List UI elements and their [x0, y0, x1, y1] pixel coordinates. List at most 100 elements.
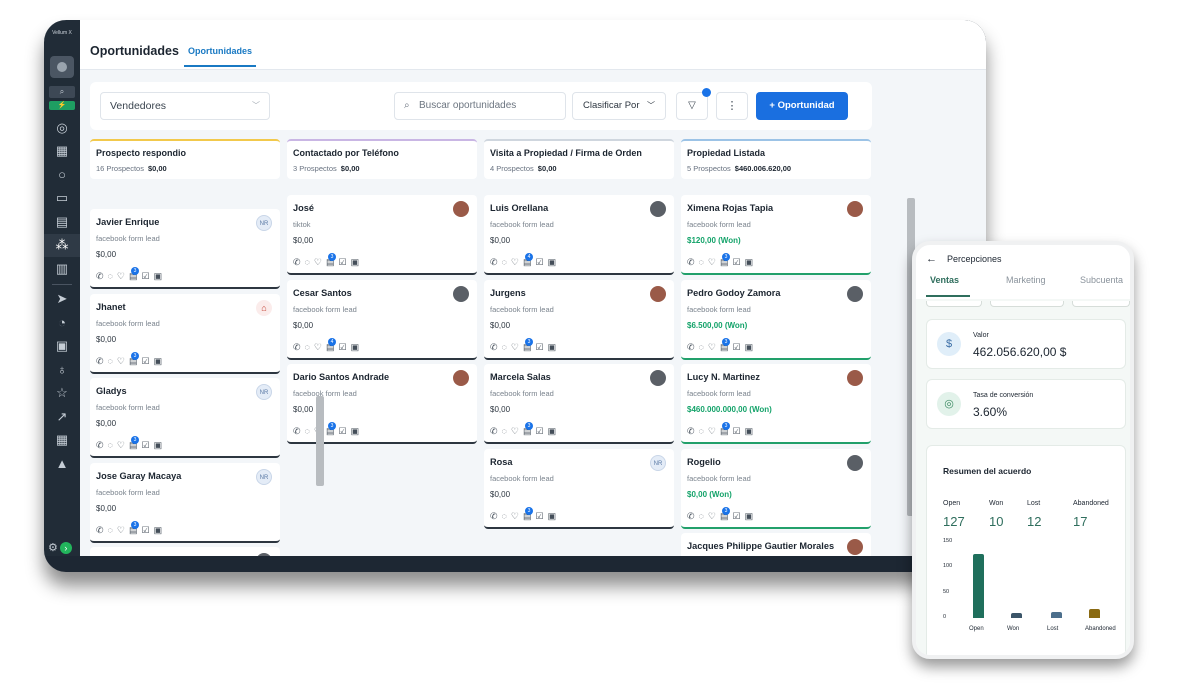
- conversations-icon[interactable]: ○: [44, 163, 80, 187]
- task-icon[interactable]: ☑: [536, 257, 548, 267]
- opportunity-card[interactable]: Marcela Salas facebook form lead $0,00 ✆◌♡▤…: [484, 364, 674, 444]
- tab-ventas[interactable]: Ventas: [930, 275, 959, 285]
- message-icon[interactable]: ◌: [502, 426, 511, 436]
- launchpad-icon[interactable]: ◎: [44, 116, 80, 140]
- reputation-icon[interactable]: ☆: [44, 382, 80, 406]
- message-icon[interactable]: ◌: [305, 342, 314, 352]
- tab-subcuenta[interactable]: Subcuenta: [1080, 275, 1123, 285]
- tag-icon[interactable]: ♡: [314, 342, 326, 352]
- opportunity-card[interactable]: NR Gladys facebook form lead $0,00 ✆◌♡▤☑▣ 3: [90, 378, 280, 458]
- tag-icon[interactable]: ♡: [117, 440, 129, 450]
- call-icon[interactable]: ✆: [490, 342, 502, 352]
- filter-button[interactable]: ▽: [676, 88, 711, 120]
- opportunity-card[interactable]: Pedro Godoy Zamora facebook form lead $6.5…: [681, 279, 871, 360]
- opportunity-card[interactable]: Jacques Philippe Gautier Morales: [681, 533, 871, 556]
- task-icon[interactable]: ☑: [536, 426, 548, 436]
- tag-icon[interactable]: ♡: [708, 342, 720, 352]
- appointment-icon[interactable]: ▣: [548, 342, 561, 352]
- column-scrollbar[interactable]: [316, 396, 324, 486]
- message-icon[interactable]: ◌: [108, 440, 117, 450]
- opportunity-card[interactable]: Lucy N. Martinez facebook form lead $460.0…: [681, 364, 871, 444]
- appointment-icon[interactable]: ▣: [154, 356, 167, 366]
- message-icon[interactable]: ◌: [699, 426, 708, 436]
- academy-icon[interactable]: ▲: [44, 452, 80, 476]
- task-icon[interactable]: ☑: [733, 257, 745, 267]
- task-icon[interactable]: ☑: [733, 342, 745, 352]
- message-icon[interactable]: ◌: [305, 257, 314, 267]
- opportunity-card[interactable]: Ximena Rojas Tapia facebook form lead $120…: [681, 195, 871, 275]
- account-switcher[interactable]: [50, 56, 74, 78]
- filter-pill[interactable]: [1072, 301, 1130, 307]
- opportunity-card[interactable]: Jacqueline Rojas: [90, 547, 280, 556]
- calendar-icon[interactable]: ▭: [44, 187, 80, 211]
- tag-icon[interactable]: ♡: [314, 257, 326, 267]
- reporting-icon[interactable]: ↗: [44, 405, 80, 429]
- opportunity-card[interactable]: Luis Orellana facebook form lead $0,00 ✆◌♡▤…: [484, 195, 674, 275]
- opportunity-card[interactable]: NR Jose Garay Macaya facebook form lead $0,…: [90, 462, 280, 543]
- tag-icon[interactable]: ♡: [708, 257, 720, 267]
- contacts-icon[interactable]: ▤: [44, 210, 80, 234]
- appointment-icon[interactable]: ▣: [745, 342, 758, 352]
- sidebar-search-icon[interactable]: ⌕: [49, 86, 75, 98]
- back-arrow-icon[interactable]: ←: [926, 253, 937, 265]
- call-icon[interactable]: ✆: [293, 342, 305, 352]
- appointment-icon[interactable]: ▣: [548, 257, 561, 267]
- appointment-icon[interactable]: ▣: [154, 271, 167, 281]
- expand-sidebar-icon[interactable]: ›: [59, 541, 72, 554]
- message-icon[interactable]: ◌: [108, 525, 117, 535]
- task-icon[interactable]: ☑: [536, 342, 548, 352]
- opportunities-icon[interactable]: ⁂: [44, 233, 80, 257]
- task-icon[interactable]: ☑: [339, 342, 351, 352]
- task-icon[interactable]: ☑: [339, 426, 351, 436]
- task-icon[interactable]: ☑: [536, 511, 548, 521]
- appointment-icon[interactable]: ▣: [745, 426, 758, 436]
- tag-icon[interactable]: ♡: [117, 525, 129, 535]
- tag-icon[interactable]: ♡: [117, 356, 129, 366]
- appointment-icon[interactable]: ▣: [351, 257, 364, 267]
- appointment-icon[interactable]: ▣: [548, 426, 561, 436]
- tag-icon[interactable]: ♡: [511, 342, 523, 352]
- opportunity-card[interactable]: José tiktok $0,00 ✆◌♡▤☑▣ 3: [287, 195, 477, 275]
- task-icon[interactable]: ☑: [733, 426, 745, 436]
- call-icon[interactable]: ✆: [96, 440, 108, 450]
- tag-icon[interactable]: ♡: [117, 271, 129, 281]
- call-icon[interactable]: ✆: [490, 511, 502, 521]
- message-icon[interactable]: ◌: [699, 342, 708, 352]
- opportunity-card[interactable]: Jurgens facebook form lead $0,00 ✆◌♡▤☑▣ 3: [484, 279, 674, 360]
- filter-pill[interactable]: [990, 301, 1064, 307]
- call-icon[interactable]: ✆: [293, 426, 305, 436]
- apps-icon[interactable]: ▦: [44, 429, 80, 453]
- task-icon[interactable]: ☑: [733, 511, 745, 521]
- task-icon[interactable]: ☑: [142, 525, 154, 535]
- opportunity-card[interactable]: NR Javier Enrique facebook form lead $0,00 ✆…: [90, 209, 280, 289]
- tag-icon[interactable]: ♡: [511, 257, 523, 267]
- new-opportunity-button[interactable]: + Oportunidad: [756, 92, 848, 120]
- tag-icon[interactable]: ♡: [511, 426, 523, 436]
- opportunity-card[interactable]: NR Rosa facebook form lead $0,00 ✆◌♡▤☑▣ 3: [484, 448, 674, 529]
- tab-oportunidades[interactable]: Oportunidades: [188, 46, 252, 56]
- tag-icon[interactable]: ♡: [708, 511, 720, 521]
- more-options-button[interactable]: ⋮: [716, 92, 748, 120]
- tab-marketing[interactable]: Marketing: [1006, 275, 1046, 285]
- call-icon[interactable]: ✆: [687, 426, 699, 436]
- call-icon[interactable]: ✆: [687, 511, 699, 521]
- message-icon[interactable]: ◌: [699, 511, 708, 521]
- filter-pill[interactable]: [926, 301, 982, 307]
- message-icon[interactable]: ◌: [502, 257, 511, 267]
- message-icon[interactable]: ◌: [699, 257, 708, 267]
- task-icon[interactable]: ☑: [142, 356, 154, 366]
- task-icon[interactable]: ☑: [142, 440, 154, 450]
- call-icon[interactable]: ✆: [96, 356, 108, 366]
- opportunity-card[interactable]: Cesar Santos facebook form lead $0,00 ✆◌♡▤☑…: [287, 279, 477, 360]
- dashboard-icon[interactable]: ▦: [44, 140, 80, 164]
- tag-icon[interactable]: ♡: [708, 426, 720, 436]
- opportunity-card[interactable]: Rogelio facebook form lead $0,00 (Won) ✆◌♡▤…: [681, 448, 871, 529]
- appointment-icon[interactable]: ▣: [351, 426, 364, 436]
- sort-button[interactable]: Clasificar Por ﹀: [572, 92, 666, 120]
- automation-icon[interactable]: ◔: [44, 311, 80, 335]
- message-icon[interactable]: ◌: [108, 271, 117, 281]
- message-icon[interactable]: ◌: [108, 356, 117, 366]
- task-icon[interactable]: ☑: [142, 271, 154, 281]
- message-icon[interactable]: ◌: [502, 342, 511, 352]
- appointment-icon[interactable]: ▣: [154, 440, 167, 450]
